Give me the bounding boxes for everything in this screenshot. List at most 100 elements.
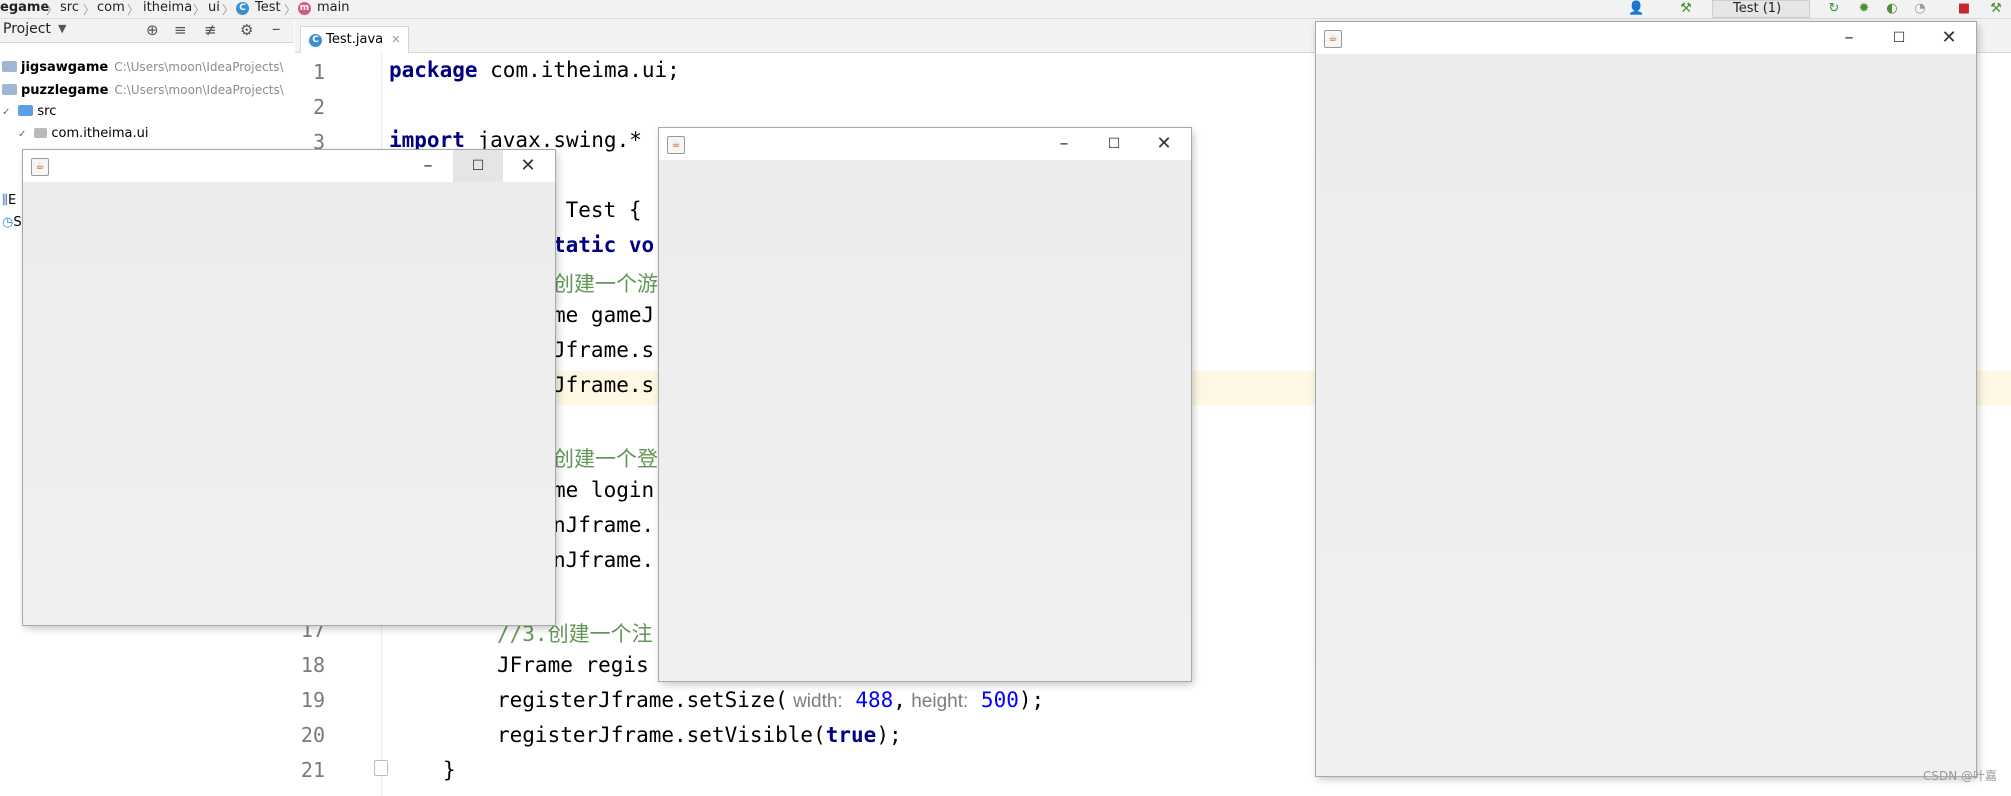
debug-bug-icon[interactable]: ✹ — [1856, 1, 1872, 17]
profile-icon[interactable]: ◔ — [1912, 1, 1928, 17]
java-icon: ☕ — [31, 158, 49, 176]
tree-item-package[interactable]: ✓ com.itheima.ui — [18, 124, 148, 144]
line-number: 2 — [312, 95, 325, 119]
tree-item-path: C:\Users\moon\IdeaProjects\ — [114, 83, 284, 97]
minimize-button[interactable]: – — [1824, 22, 1874, 54]
code-line[interactable]: Jframe.s — [553, 338, 654, 362]
build-hammer-icon[interactable]: ⚒ — [1678, 1, 1694, 17]
watermark: CSDN @叶嘉 — [1922, 769, 1997, 783]
code-text: ); — [1018, 688, 1045, 712]
breadcrumb-com[interactable]: com — [97, 0, 125, 18]
class-icon: C — [309, 34, 322, 47]
package-icon — [34, 128, 48, 138]
parameter-hint: width: — [787, 691, 843, 712]
tree-item-label: E — [7, 193, 17, 208]
module-folder-icon — [2, 84, 17, 95]
chevron-down-icon: ✓ — [18, 129, 27, 140]
code-line[interactable]: Jframe.s — [553, 373, 654, 397]
tree-item-jigsawgame[interactable]: jigsawgame C:\Users\moon\IdeaProjects\ — [2, 57, 284, 77]
close-button[interactable]: ✕ — [503, 150, 553, 182]
tree-item-scratches[interactable]: ◷S — [2, 213, 22, 233]
code-text: , — [893, 688, 906, 712]
breadcrumb-test[interactable]: Test — [255, 0, 281, 18]
tree-item-puzzlegame[interactable]: puzzlegame C:\Users\moon\IdeaProjects\ — [2, 80, 284, 100]
code-line[interactable]: Test { — [553, 198, 642, 222]
maximize-button[interactable]: ☐ — [453, 150, 503, 182]
code-line[interactable]: } — [443, 758, 456, 782]
minimize-button[interactable]: – — [1039, 128, 1089, 160]
window-title-bar[interactable]: ☕ – ☐ ✕ — [1316, 22, 1976, 54]
user-icon[interactable]: 👤 — [1628, 1, 1644, 17]
tree-item-label: jigsawgame — [21, 60, 109, 75]
close-button[interactable]: ✕ — [1139, 128, 1189, 160]
code-text: ); — [876, 723, 902, 747]
maximize-button[interactable]: ☐ — [1089, 128, 1139, 160]
locate-icon[interactable]: ⊕ — [146, 21, 159, 39]
breadcrumb-separator: 〉 — [127, 3, 140, 17]
code-line[interactable]: registerJframe.setVisible(true); — [497, 723, 902, 747]
project-view-select[interactable]: Project — [3, 21, 51, 37]
collapse-all-icon[interactable]: ≢ — [204, 21, 217, 39]
line-number: 19 — [300, 688, 325, 712]
gear-icon[interactable]: ⚙ — [240, 21, 253, 39]
login-window[interactable]: ☕ – ☐ ✕ — [659, 128, 1191, 681]
stop-icon[interactable]: ■ — [1956, 1, 1972, 17]
code-comment[interactable]: 创建一个登 — [553, 443, 658, 473]
run-configuration-select[interactable]: Test (1) — [1712, 0, 1810, 18]
window-title-bar[interactable]: ☕ – ☐ ✕ — [23, 150, 555, 182]
code-line[interactable]: nJframe. — [553, 513, 654, 537]
code-comment[interactable]: 创建一个游 — [553, 268, 658, 298]
class-icon: C — [236, 2, 249, 15]
breadcrumb-itheima[interactable]: itheima — [143, 0, 192, 18]
rerun-icon[interactable]: ↻ — [1826, 1, 1842, 17]
breadcrumb-main[interactable]: main — [317, 0, 349, 18]
window-title-bar[interactable]: ☕ – ☐ ✕ — [659, 128, 1191, 160]
fold-marker-icon[interactable] — [374, 760, 388, 776]
breadcrumb-src[interactable]: src — [60, 0, 79, 18]
breadcrumb-separator: 〉 — [46, 3, 59, 17]
tree-item-external-libraries[interactable]: ⫼E — [2, 191, 16, 211]
game-window[interactable]: ☕ – ☐ ✕ — [23, 150, 555, 625]
tree-item-src[interactable]: ✓ src — [2, 102, 56, 122]
close-button[interactable]: ✕ — [1924, 22, 1974, 54]
code-line[interactable]: me login — [553, 478, 654, 502]
code-line[interactable]: tatic vo — [553, 233, 654, 257]
code-line[interactable]: me gameJ — [553, 303, 654, 327]
java-icon: ☕ — [667, 136, 685, 154]
tree-item-label: S — [13, 215, 22, 230]
project-panel-header: Project ▼ ⊕ ≡ ≢ ⚙ – — [0, 19, 294, 43]
code-line[interactable]: registerJframe.setSize( width: 488, heig… — [497, 688, 1044, 713]
maximize-button[interactable]: ☐ — [1874, 22, 1924, 54]
navigation-bar: egame 〉 src 〉 com 〉 itheima 〉 ui 〉 C Tes… — [0, 0, 2011, 19]
code-keyword: true — [825, 723, 877, 747]
method-icon: m — [298, 2, 311, 15]
code-text: registerJframe.setSize( — [497, 688, 788, 712]
chevron-down-icon[interactable]: ▼ — [58, 22, 66, 35]
breadcrumb-project[interactable]: egame — [0, 0, 49, 18]
expand-all-icon[interactable]: ≡ — [174, 21, 187, 39]
code-text: javax.swing.* — [464, 128, 642, 152]
tree-item-label: src — [37, 104, 57, 119]
tab-test-java[interactable]: C Test.java ✕ — [300, 26, 410, 53]
register-window[interactable]: ☕ – ☐ ✕ — [1316, 22, 1976, 776]
hide-panel-icon[interactable]: – — [272, 19, 281, 39]
java-icon: ☕ — [1324, 30, 1342, 48]
line-number: 21 — [300, 758, 325, 782]
coverage-icon[interactable]: ◐ — [1884, 1, 1900, 17]
window-content — [1316, 54, 1976, 776]
tools-icon[interactable]: ⚒ — [1988, 1, 2004, 17]
code-line[interactable]: package com.itheima.ui; — [389, 58, 680, 82]
code-line[interactable]: JFrame regis — [497, 653, 649, 677]
minimize-button[interactable]: – — [403, 150, 453, 182]
breadcrumb-ui[interactable]: ui — [208, 0, 220, 18]
breadcrumb-separator: 〉 — [222, 3, 235, 17]
line-number: 1 — [312, 60, 325, 84]
close-tab-icon[interactable]: ✕ — [391, 33, 400, 46]
code-number: 500 — [968, 688, 1019, 712]
code-line[interactable]: nJframe. — [553, 548, 654, 572]
code-number: 488 — [842, 688, 894, 712]
code-line[interactable]: import javax.swing.* — [389, 128, 642, 152]
scratches-icon: ◷ — [2, 215, 14, 230]
tree-item-path: C:\Users\moon\IdeaProjects\ — [114, 60, 284, 74]
source-folder-icon — [18, 105, 34, 116]
